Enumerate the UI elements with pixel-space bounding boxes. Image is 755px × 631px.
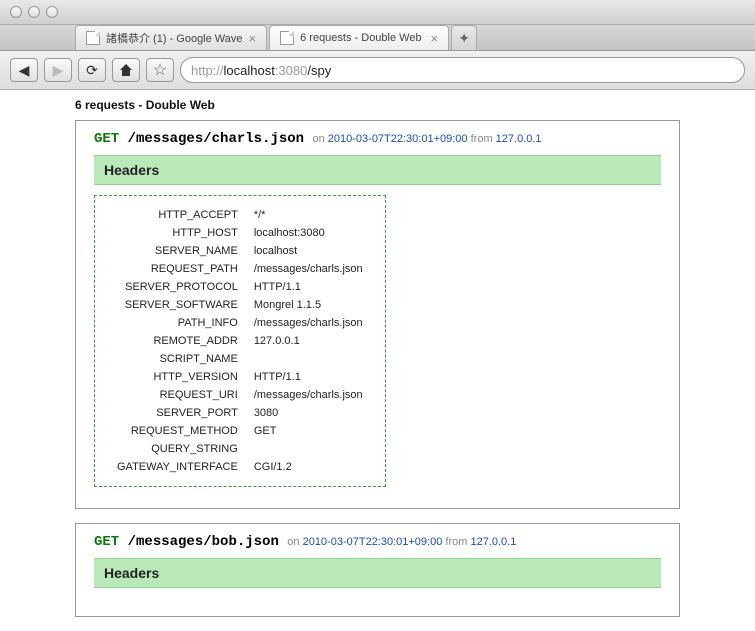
table-row: SCRIPT_NAME [109, 350, 371, 368]
header-value: HTTP/1.1 [246, 278, 371, 296]
header-value: 3080 [246, 404, 371, 422]
header-value: GET [246, 422, 371, 440]
tab-google-wave[interactable]: 諸橋恭介 (1) - Google Wave × [75, 25, 267, 50]
back-button[interactable]: ◀ [10, 58, 38, 82]
header-value: localhost [246, 242, 371, 260]
request-path: /messages/charls.json [128, 131, 304, 147]
request-block: GET /messages/charls.json on 2010-03-07T… [75, 120, 680, 509]
header-value: /messages/charls.json [246, 260, 371, 278]
header-key: SCRIPT_NAME [109, 350, 246, 368]
page-icon [86, 31, 100, 45]
headers-table: HTTP_ACCEPT*/* HTTP_HOSTlocalhost:3080 S… [94, 195, 386, 487]
header-key: REMOTE_ADDR [109, 332, 246, 350]
tab-bar: 諸橋恭介 (1) - Google Wave × 6 requests - Do… [0, 25, 755, 51]
request-timestamp[interactable]: 2010-03-07T22:30:01+09:00 [328, 133, 468, 145]
table-row: SERVER_PORT3080 [109, 404, 371, 422]
header-value: HTTP/1.1 [246, 368, 371, 386]
table-row: SERVER_SOFTWAREMongrel 1.1.5 [109, 296, 371, 314]
on-label: on [287, 536, 299, 548]
url-port: :3080 [275, 63, 308, 78]
header-value: CGI/1.2 [246, 458, 371, 476]
request-method: GET [94, 131, 119, 147]
url-host: localhost [224, 63, 275, 78]
header-key: HTTP_ACCEPT [109, 206, 246, 224]
header-key: REQUEST_PATH [109, 260, 246, 278]
url-path: /spy [307, 63, 331, 78]
table-row: HTTP_HOSTlocalhost:3080 [109, 224, 371, 242]
header-value [246, 350, 371, 368]
window-zoom-button[interactable] [46, 6, 58, 18]
table-row: PATH_INFO/messages/charls.json [109, 314, 371, 332]
request-path: /messages/bob.json [128, 534, 279, 550]
window-minimize-button[interactable] [28, 6, 40, 18]
table-row: REMOTE_ADDR127.0.0.1 [109, 332, 371, 350]
header-value: localhost:3080 [246, 224, 371, 242]
request-block: GET /messages/bob.json on 2010-03-07T22:… [75, 523, 680, 617]
content: 6 requests - Double Web GET /messages/ch… [0, 90, 755, 617]
header-key: SERVER_NAME [109, 242, 246, 260]
header-key: SERVER_PROTOCOL [109, 278, 246, 296]
url-protocol: http:// [191, 63, 224, 78]
home-icon [119, 64, 133, 76]
table-row: HTTP_VERSIONHTTP/1.1 [109, 368, 371, 386]
tab-label: 諸橋恭介 (1) - Google Wave [106, 30, 243, 46]
url-bar[interactable]: http://localhost:3080/spy [180, 57, 745, 83]
request-line: GET /messages/bob.json on 2010-03-07T22:… [94, 534, 661, 550]
tab-double-web[interactable]: 6 requests - Double Web × [269, 25, 449, 50]
header-value: */* [246, 206, 371, 224]
table-row: REQUEST_PATH/messages/charls.json [109, 260, 371, 278]
forward-button[interactable]: ▶ [44, 58, 72, 82]
table-row: REQUEST_URI/messages/charls.json [109, 386, 371, 404]
table-row: HTTP_ACCEPT*/* [109, 206, 371, 224]
toolbar: ◀ ▶ ⟳ ☆ http://localhost:3080/spy [0, 51, 755, 90]
header-value: /messages/charls.json [246, 386, 371, 404]
header-key: GATEWAY_INTERFACE [109, 458, 246, 476]
window-close-button[interactable] [10, 6, 22, 18]
request-ip[interactable]: 127.0.0.1 [496, 133, 542, 145]
header-key: QUERY_STRING [109, 440, 246, 458]
header-key: REQUEST_URI [109, 386, 246, 404]
header-key: HTTP_HOST [109, 224, 246, 242]
request-ip[interactable]: 127.0.0.1 [470, 536, 516, 548]
table-row: REQUEST_METHODGET [109, 422, 371, 440]
window-controls [0, 0, 755, 25]
from-label: from [445, 536, 467, 548]
page-icon [280, 31, 294, 45]
header-key: HTTP_VERSION [109, 368, 246, 386]
from-label: from [471, 133, 493, 145]
request-timestamp[interactable]: 2010-03-07T22:30:01+09:00 [303, 536, 443, 548]
headers-section-header: Headers [94, 155, 661, 185]
table-row: GATEWAY_INTERFACECGI/1.2 [109, 458, 371, 476]
tab-label: 6 requests - Double Web [300, 32, 421, 44]
reload-button[interactable]: ⟳ [78, 58, 106, 82]
table-row: SERVER_PROTOCOLHTTP/1.1 [109, 278, 371, 296]
header-value: /messages/charls.json [246, 314, 371, 332]
close-icon[interactable]: × [249, 31, 257, 46]
headers-section-header: Headers [94, 558, 661, 588]
header-value [246, 440, 371, 458]
home-button[interactable] [112, 58, 140, 82]
header-value: 127.0.0.1 [246, 332, 371, 350]
page-title: 6 requests - Double Web [75, 98, 680, 112]
star-icon: ☆ [153, 60, 167, 80]
header-value: Mongrel 1.1.5 [246, 296, 371, 314]
header-key: PATH_INFO [109, 314, 246, 332]
new-tab-button[interactable]: ✦ [451, 25, 477, 50]
header-key: SERVER_SOFTWARE [109, 296, 246, 314]
on-label: on [312, 133, 324, 145]
close-icon[interactable]: × [431, 31, 439, 46]
request-line: GET /messages/charls.json on 2010-03-07T… [94, 131, 661, 147]
table-row: QUERY_STRING [109, 440, 371, 458]
header-key: SERVER_PORT [109, 404, 246, 422]
bookmark-button[interactable]: ☆ [146, 58, 174, 82]
header-key: REQUEST_METHOD [109, 422, 246, 440]
table-row: SERVER_NAMElocalhost [109, 242, 371, 260]
request-method: GET [94, 534, 119, 550]
